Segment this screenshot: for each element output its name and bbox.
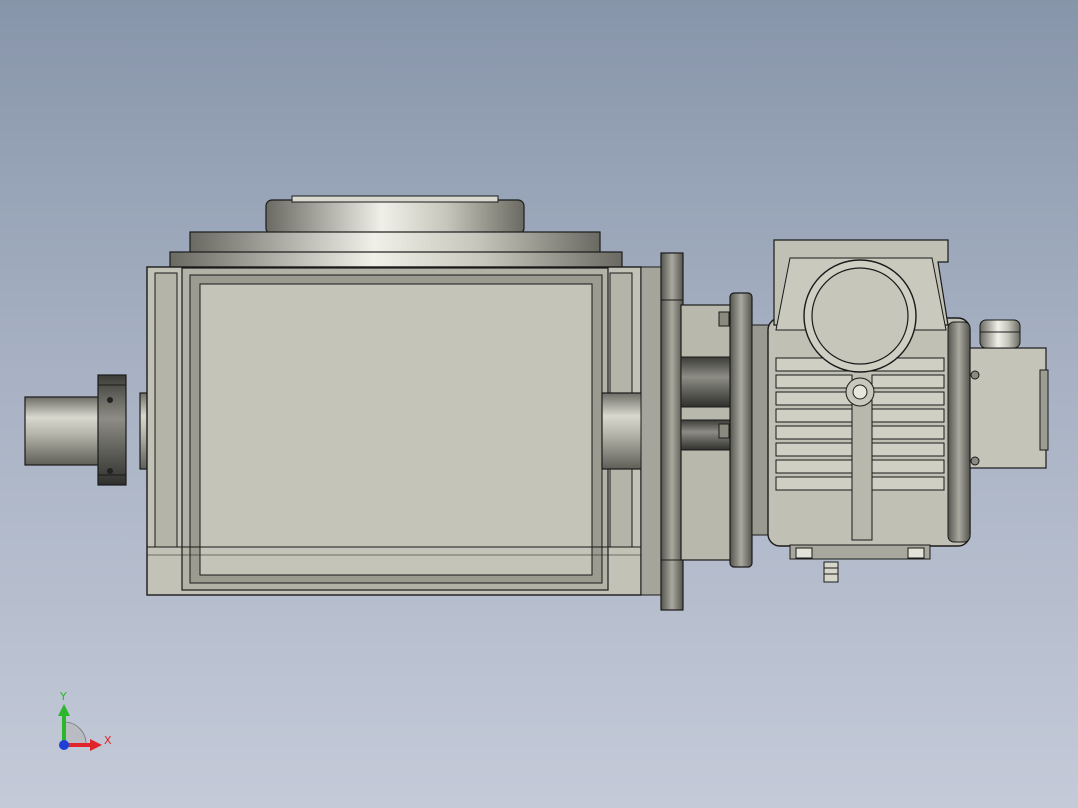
coordinate-triad: Y X — [58, 690, 112, 751]
encoder-cap[interactable] — [969, 347, 1049, 469]
shaft-collar[interactable] — [97, 374, 127, 486]
mounting-flange[interactable] — [640, 252, 684, 611]
cable-gland[interactable] — [979, 319, 1021, 349]
right-shaft-stub[interactable] — [601, 392, 643, 470]
top-turntable[interactable] — [169, 195, 623, 269]
z-axis-dot — [59, 740, 69, 750]
y-axis-arrowhead — [58, 704, 70, 716]
cad-model-view[interactable]: Y X — [0, 0, 1078, 808]
motor-flange[interactable] — [729, 292, 753, 568]
y-axis-label: Y — [59, 690, 67, 703]
adapter-housing[interactable] — [680, 304, 734, 561]
x-axis-label: X — [104, 734, 112, 747]
x-axis-arrowhead — [90, 739, 102, 751]
indexer-housing[interactable] — [146, 266, 642, 596]
cad-viewport[interactable]: Y X — [0, 0, 1078, 808]
